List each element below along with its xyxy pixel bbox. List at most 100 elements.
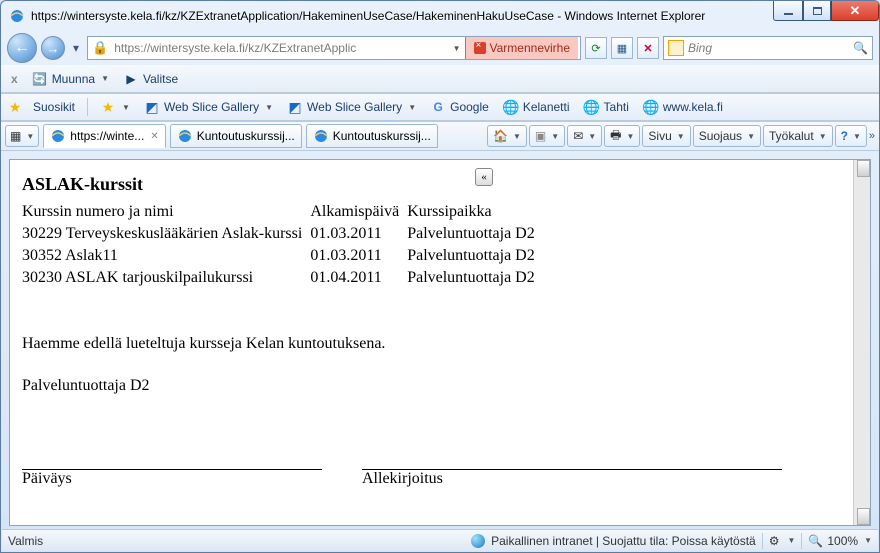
mail-icon: ✉: [573, 129, 583, 143]
table-row: 30229 Terveyskeskuslääkärien Aslak-kurss…: [22, 223, 543, 245]
favlink-tahti[interactable]: 🌐Tahti: [580, 97, 633, 117]
document-provider: Palveluntuottaja D2: [22, 377, 841, 395]
select-label: Valitse: [143, 72, 178, 86]
page-menu-label: Sivu: [648, 129, 671, 143]
safety-menu[interactable]: Suojaus▼: [693, 125, 761, 147]
tab-0[interactable]: https://winte... ✕: [43, 124, 165, 148]
col-header-place: Kurssipaikka: [407, 201, 543, 223]
print-icon: 🖶: [610, 126, 621, 147]
webslice-icon: ◩: [287, 99, 303, 115]
search-submit-icon[interactable]: 🔍: [853, 41, 868, 55]
favlink-label: www.kela.fi: [663, 100, 723, 114]
window-close-button[interactable]: ✕: [831, 1, 879, 21]
rss-icon: ▣: [535, 129, 546, 143]
command-bar: 🏠▼ ▣▼ ✉▼ 🖶▼ Sivu▼ Suojaus▼ Työkalut▼ ?▼ …: [487, 125, 875, 147]
col-header-startdate: Alkamispäivä: [310, 201, 407, 223]
help-button[interactable]: ?▼: [835, 125, 867, 147]
tab-label: Kuntoutuskurssij...: [197, 129, 295, 143]
favorites-star-icon[interactable]: ★: [7, 99, 23, 115]
favlink-label: Web Slice Gallery: [164, 100, 259, 114]
favlink-label: Tahti: [604, 100, 629, 114]
convert-button[interactable]: 🔄 Muunna ▼: [28, 69, 113, 89]
status-zone: Paikallinen intranet | Suojattu tila: Po…: [491, 534, 756, 548]
favlink-google[interactable]: GGoogle: [426, 97, 493, 117]
refresh-button[interactable]: ⟳: [585, 37, 607, 59]
forward-button[interactable]: →: [41, 36, 65, 60]
tab-row: ▦▼ https://winte... ✕ Kuntoutuskurssij..…: [1, 121, 879, 151]
tab-label: https://winte...: [70, 129, 144, 143]
tab-1[interactable]: Kuntoutuskurssij...: [170, 124, 302, 148]
safety-menu-label: Suojaus: [699, 129, 742, 143]
status-ready: Valmis: [8, 534, 43, 548]
select-button[interactable]: ▶ Valitse: [119, 69, 182, 89]
quick-tabs-button[interactable]: ▦▼: [5, 125, 39, 147]
ie-icon: [50, 128, 66, 144]
col-header-name: Kurssin numero ja nimi: [22, 201, 310, 223]
favorites-bar: ★ Suosikit ★▼ ◩Web Slice Gallery▼ ◩Web S…: [1, 93, 879, 121]
favlink-label: Web Slice Gallery: [307, 100, 402, 114]
nav-history-dropdown[interactable]: ▾: [69, 36, 83, 60]
ie-icon: [313, 128, 329, 144]
page-icon: 🌐: [643, 99, 659, 115]
section-collapse-button[interactable]: «: [475, 168, 493, 186]
print-button[interactable]: 🖶▼: [604, 125, 640, 147]
table-row: 30230 ASLAK tarjouskilpailukurssi01.04.2…: [22, 267, 543, 289]
zoom-icon: 🔍: [808, 534, 823, 548]
window-titlebar: https://wintersyste.kela.fi/kz/KZExtrane…: [1, 1, 879, 31]
tab-close-icon[interactable]: ✕: [150, 131, 158, 142]
status-bar: Valmis Paikallinen intranet | Suojattu t…: [2, 529, 878, 551]
tab-2[interactable]: Kuntoutuskurssij...: [306, 124, 438, 148]
convert-icon: 🔄: [32, 71, 48, 87]
convert-label: Muunna: [52, 72, 95, 86]
favlink-label: Kelanetti: [523, 100, 570, 114]
window-title: https://wintersyste.kela.fi/kz/KZExtrane…: [31, 9, 773, 23]
ie-icon: [9, 8, 25, 24]
favlink-label: Google: [450, 100, 489, 114]
home-button[interactable]: 🏠▼: [487, 125, 527, 147]
document-body: « ASLAK-kurssit Kurssin numero ja nimi A…: [10, 160, 853, 525]
zoom-control[interactable]: 🔍 100% ▼: [808, 534, 872, 548]
search-box[interactable]: Bing 🔍: [663, 36, 873, 60]
bing-icon: [668, 40, 684, 56]
address-text: https://wintersyste.kela.fi/kz/KZExtrane…: [114, 41, 446, 55]
signature-label-sign: Allekirjoitus: [362, 470, 782, 488]
courses-table: Kurssin numero ja nimi Alkamispäivä Kurs…: [22, 201, 543, 289]
favlink-webslice-2[interactable]: ◩Web Slice Gallery▼: [283, 97, 420, 117]
tools-menu[interactable]: Työkalut▼: [763, 125, 833, 147]
search-placeholder: Bing: [688, 41, 712, 55]
stop-button[interactable]: ✕: [637, 37, 659, 59]
document-sentence: Haemme edellä lueteltuja kursseja Kelan …: [22, 335, 841, 353]
table-row: 30352 Aslak1101.03.2011Palveluntuottaja …: [22, 245, 543, 267]
readmail-button[interactable]: ✉▼: [567, 125, 602, 147]
webslice-icon: ◩: [144, 99, 160, 115]
shield-error-icon: [474, 42, 486, 54]
page-menu[interactable]: Sivu▼: [642, 125, 690, 147]
certificate-error-button[interactable]: Varmennevirhe: [465, 37, 578, 59]
window-maximize-button[interactable]: [803, 1, 831, 21]
quicktabs-icon: ▦: [10, 129, 21, 143]
help-icon: ?: [841, 129, 848, 143]
navigation-bar: ← → ▾ 🔒 https://wintersyste.kela.fi/kz/K…: [1, 31, 879, 65]
vertical-scrollbar[interactable]: [853, 160, 870, 525]
favorites-button[interactable]: Suosikit: [29, 98, 79, 116]
back-button[interactable]: ←: [7, 33, 37, 63]
certificate-error-label: Varmennevirhe: [490, 41, 570, 55]
ie-icon: [177, 128, 193, 144]
favlink-webslice-1[interactable]: ◩Web Slice Gallery▼: [140, 97, 277, 117]
translate-toolbar: x 🔄 Muunna ▼ ▶ Valitse: [1, 65, 879, 93]
compat-view-button[interactable]: ▦: [611, 37, 633, 59]
favlink-kela[interactable]: 🌐 www.kela.fi: [639, 97, 727, 117]
add-to-favorites-bar-button[interactable]: ★▼: [96, 97, 134, 117]
zone-icon: [471, 534, 485, 548]
tab-label: Kuntoutuskurssij...: [333, 129, 431, 143]
page-icon: 🌐: [503, 99, 519, 115]
address-dropdown-icon[interactable]: ▼: [453, 44, 461, 53]
translate-toolbar-close[interactable]: x: [7, 72, 22, 86]
protected-mode-toggle-icon[interactable]: ⚙: [769, 534, 780, 548]
star-add-icon: ★: [100, 99, 116, 115]
window-minimize-button[interactable]: [773, 1, 803, 21]
command-bar-overflow[interactable]: »: [869, 130, 875, 142]
feeds-button[interactable]: ▣▼: [529, 125, 565, 147]
favlink-kelanetti[interactable]: 🌐 Kelanetti: [499, 97, 574, 117]
address-bar[interactable]: 🔒 https://wintersyste.kela.fi/kz/KZExtra…: [87, 36, 581, 60]
